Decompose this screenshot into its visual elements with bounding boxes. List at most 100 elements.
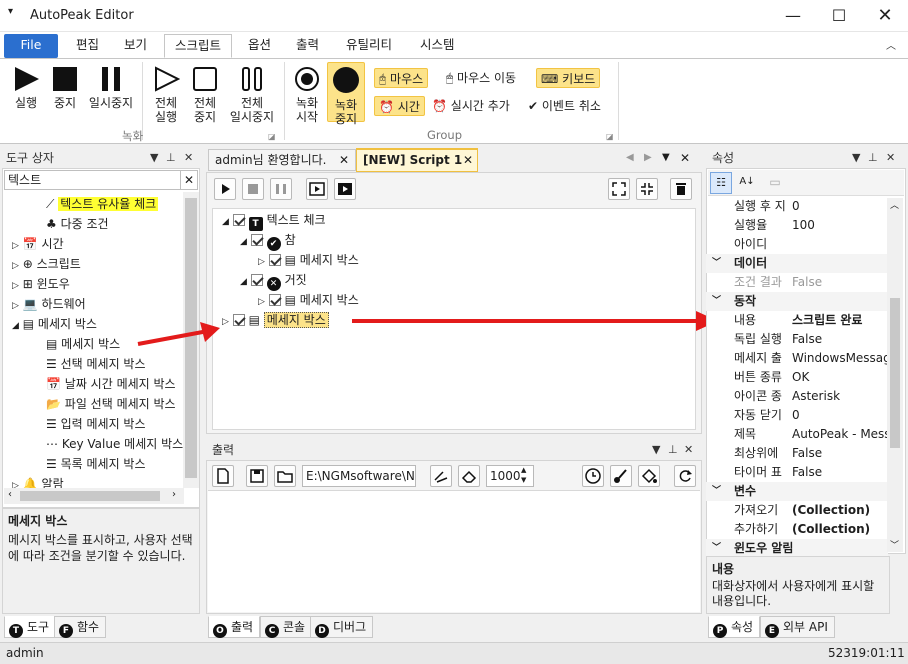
status-user: admin	[6, 646, 44, 660]
property-value[interactable]: False	[792, 444, 888, 463]
tab-output-log[interactable]: O 출력	[208, 616, 261, 638]
save-icon	[250, 469, 264, 483]
property-value[interactable]: WindowsMessage	[792, 349, 888, 368]
property-name: 추가하기	[734, 522, 779, 536]
panel-close-icon[interactable]: ✕	[684, 440, 693, 460]
property-row[interactable]: 타이머 표 False	[706, 463, 888, 482]
property-category-label: 변수	[734, 484, 757, 498]
property-value[interactable]: OK	[792, 368, 888, 387]
property-description-title: 내용	[712, 562, 735, 576]
properties-header: 속성 ▼ ⊥ ✕	[706, 148, 906, 168]
property-row[interactable]: 아이콘 종 Asterisk	[706, 387, 888, 406]
output-time-button[interactable]	[582, 465, 604, 487]
tab-console[interactable]: C 콘솔	[260, 616, 313, 638]
property-value[interactable]: (Collection)	[792, 501, 888, 520]
output-open-button[interactable]	[274, 465, 296, 487]
pin-icon[interactable]: ⊥	[868, 148, 878, 168]
tab-properties[interactable]: P 속성	[708, 616, 761, 638]
scroll-up-icon[interactable]: ︿	[890, 198, 899, 211]
property-value[interactable]: 스크립트 완료	[792, 311, 888, 330]
property-row[interactable]: 제목 AutoPeak - Messa	[706, 425, 888, 444]
status-time: 52319:01:11	[828, 646, 905, 660]
property-row[interactable]: 추가하기 (Collection)	[706, 520, 888, 539]
property-value[interactable]: 0	[792, 197, 888, 216]
console-icon: C	[265, 624, 279, 638]
property-row[interactable]: 실행율 100	[706, 216, 888, 235]
property-name: 메세지 출	[734, 351, 782, 365]
property-category[interactable]: ﹀ 데이터	[706, 254, 888, 273]
property-category-label: 데이터	[734, 256, 768, 270]
property-category[interactable]: ﹀ 동작	[706, 292, 888, 311]
property-row[interactable]: 실행 후 지 0	[706, 197, 888, 216]
property-name: 아이콘 종	[734, 389, 782, 403]
debug-icon: D	[315, 624, 329, 638]
property-value[interactable]: Asterisk	[792, 387, 888, 406]
scroll-thumb[interactable]	[890, 298, 900, 448]
property-row[interactable]: 버튼 종류 OK	[706, 368, 888, 387]
property-name: 조건 결과	[734, 275, 782, 289]
property-row[interactable]: 독립 실행 False	[706, 330, 888, 349]
clock-icon	[585, 468, 601, 484]
properties-icon: P	[713, 624, 727, 638]
properties-description: 내용 대화상자에서 사용자에게 표시할 내용입니다.	[706, 556, 890, 614]
brush-icon	[614, 469, 627, 483]
property-row[interactable]: 메세지 출 WindowsMessage	[706, 349, 888, 368]
eraser-icon	[461, 470, 477, 483]
property-value[interactable]: False	[792, 273, 888, 292]
property-row[interactable]: 가져오기 (Collection)	[706, 501, 888, 520]
property-value[interactable]: 0	[792, 406, 888, 425]
pin-icon[interactable]: ⊥	[668, 440, 678, 460]
property-name: 실행율	[734, 218, 768, 232]
property-pages-icon[interactable]: ▭	[764, 172, 786, 194]
output-log-area[interactable]	[208, 490, 700, 612]
property-row[interactable]: 아이디	[706, 235, 888, 254]
panel-menu-icon[interactable]: ▼	[852, 148, 860, 168]
scroll-down-icon[interactable]: ﹀	[890, 538, 899, 551]
property-name: 타이머 표	[734, 465, 782, 479]
collapse-arrow-icon[interactable]: ﹀	[712, 292, 721, 311]
property-name: 가져오기	[734, 503, 779, 517]
output-line-limit-input[interactable]: 1000 ▲ ▼	[486, 465, 534, 487]
property-name: 버튼 종류	[734, 370, 782, 384]
property-row[interactable]: 조건 결과 False	[706, 273, 888, 292]
property-name: 아이디	[734, 237, 768, 251]
property-description-text: 대화상자에서 사용자에게 표시할 내용입니다.	[712, 579, 875, 608]
property-value[interactable]: 100	[792, 216, 888, 235]
spinner-arrows-icon[interactable]: ▲ ▼	[521, 465, 526, 485]
collapse-arrow-icon[interactable]: ﹀	[712, 482, 721, 501]
properties-scrollbar[interactable]: ︿ ﹀	[887, 198, 903, 552]
property-row[interactable]: 내용 스크립트 완료	[706, 311, 888, 330]
property-row[interactable]: 최상위에 False	[706, 444, 888, 463]
arrow-head	[200, 322, 220, 342]
property-value[interactable]: False	[792, 330, 888, 349]
categorized-icon[interactable]: ☷	[710, 172, 732, 194]
property-category-label: 동작	[734, 294, 757, 308]
output-new-button[interactable]	[212, 465, 234, 487]
property-value[interactable]: (Collection)	[792, 520, 888, 539]
output-clear-button[interactable]	[458, 465, 480, 487]
refresh-icon	[679, 470, 692, 482]
output-refresh-button[interactable]	[674, 465, 696, 487]
property-name: 내용	[734, 313, 757, 327]
output-clean-button[interactable]	[430, 465, 452, 487]
property-value[interactable]: AutoPeak - Messa	[792, 425, 888, 444]
panel-close-icon[interactable]: ✕	[886, 148, 895, 168]
collapse-arrow-icon[interactable]: ﹀	[712, 254, 721, 273]
property-value[interactable]: False	[792, 463, 888, 482]
tab-external-api[interactable]: E 외부 API	[760, 616, 835, 638]
new-file-icon	[217, 468, 229, 484]
sort-alpha-icon[interactable]: A↓	[736, 172, 758, 194]
folder-icon	[277, 471, 293, 483]
output-path-input[interactable]: E:\NGMsoftware\NG	[302, 465, 416, 487]
output-fill-button[interactable]	[638, 465, 660, 487]
tab-debug[interactable]: D 디버그	[310, 616, 374, 638]
output-icon: O	[213, 624, 227, 638]
property-category[interactable]: ﹀ 변수	[706, 482, 888, 501]
output-save-button[interactable]	[246, 465, 268, 487]
property-row[interactable]: 자동 닫기 0	[706, 406, 888, 425]
sweep-icon	[434, 471, 448, 483]
output-brush-button[interactable]	[610, 465, 632, 487]
panel-menu-icon[interactable]: ▼	[652, 440, 660, 460]
property-name: 실행 후 지	[734, 199, 786, 213]
property-name: 최상위에	[734, 446, 779, 460]
